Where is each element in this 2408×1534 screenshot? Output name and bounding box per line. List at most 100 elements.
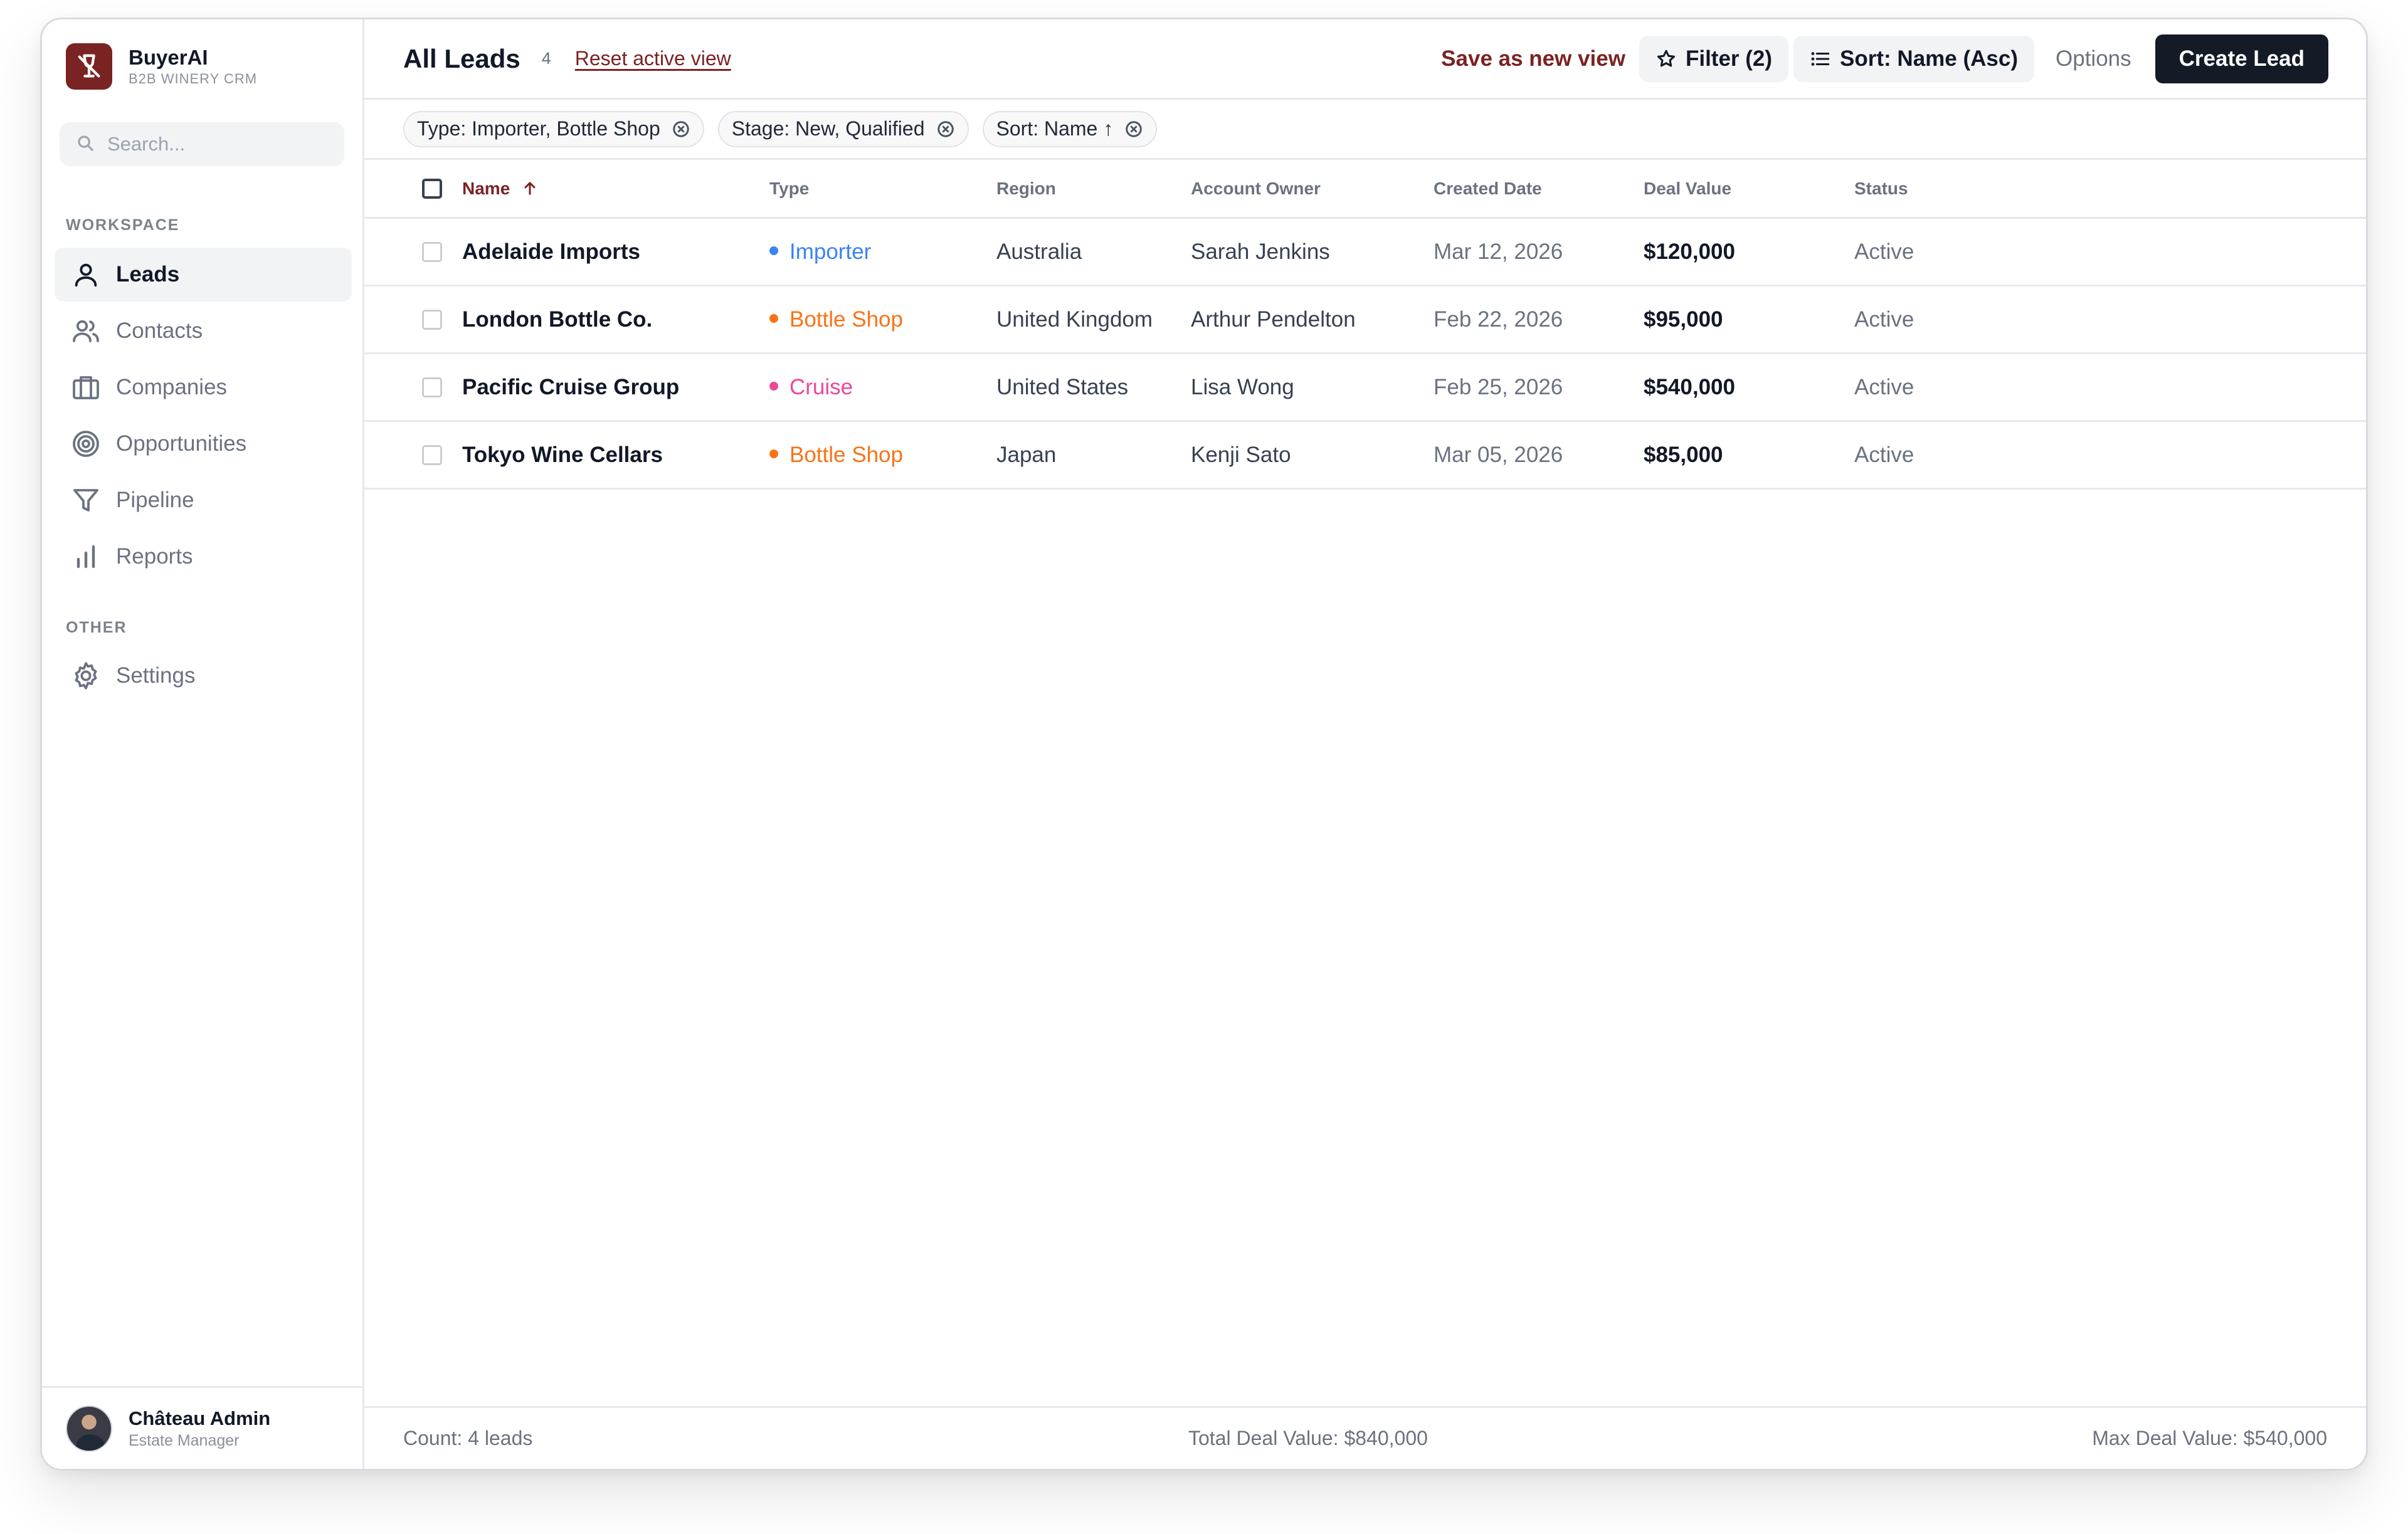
column-header-name[interactable]: Name bbox=[462, 179, 539, 199]
list-icon bbox=[1811, 51, 1830, 66]
type-label: Importer bbox=[789, 239, 872, 264]
lead-deal-value: $540,000 bbox=[1644, 374, 1735, 399]
filter-button[interactable]: Filter (2) bbox=[1639, 35, 1789, 82]
lead-count-badge: 4 bbox=[541, 49, 551, 68]
filter-chip-stage[interactable]: Stage: New, Qualified bbox=[717, 110, 969, 147]
lead-status: Active bbox=[1854, 239, 1914, 264]
lead-type: Cruise bbox=[769, 375, 853, 400]
lead-status: Active bbox=[1854, 442, 1914, 467]
chip-label: Stage: New, Qualified bbox=[731, 117, 925, 140]
lead-name[interactable]: Tokyo Wine Cellars bbox=[462, 443, 663, 468]
lead-region: United States bbox=[996, 374, 1129, 399]
reset-view-link[interactable]: Reset active view bbox=[575, 47, 731, 70]
user-name: Château Admin bbox=[129, 1407, 271, 1429]
sidebar-item-opportunities[interactable]: Opportunities bbox=[55, 417, 352, 471]
lead-name[interactable]: London Bottle Co. bbox=[462, 307, 652, 332]
sidebar-item-contacts[interactable]: Contacts bbox=[55, 304, 352, 358]
column-header-region[interactable]: Region bbox=[996, 179, 1056, 199]
lead-name[interactable]: Pacific Cruise Group bbox=[462, 375, 679, 400]
lead-name[interactable]: Adelaide Imports bbox=[462, 239, 640, 265]
search-input[interactable] bbox=[107, 133, 333, 155]
sort-button[interactable]: Sort: Name (Asc) bbox=[1793, 35, 2034, 82]
lead-created-date: Mar 05, 2026 bbox=[1434, 442, 1563, 467]
lead-created-date: Mar 12, 2026 bbox=[1434, 239, 1563, 264]
lead-owner: Arthur Pendelton bbox=[1191, 307, 1356, 332]
brand[interactable]: BuyerAI B2B WINERY CRM bbox=[66, 43, 257, 90]
column-header-type[interactable]: Type bbox=[769, 179, 809, 199]
max-deal-value: Max Deal Value: $540,000 bbox=[2092, 1427, 2327, 1449]
type-label: Bottle Shop bbox=[789, 307, 903, 332]
lead-status: Active bbox=[1854, 374, 1914, 399]
total-deal-value: Total Deal Value: $840,000 bbox=[1188, 1427, 1428, 1449]
table-summary-footer: Count: 4 leads Total Deal Value: $840,00… bbox=[364, 1406, 2366, 1469]
row-checkbox[interactable] bbox=[422, 377, 442, 397]
workspace-section-label: WORKSPACE bbox=[66, 216, 180, 234]
app-window: BuyerAI B2B WINERY CRM WORKSPACE Leads C… bbox=[40, 18, 2368, 1471]
sidebar-item-label: Opportunities bbox=[116, 431, 247, 456]
type-dot bbox=[769, 382, 778, 391]
close-circle-icon[interactable] bbox=[672, 120, 690, 139]
lead-deal-value: $85,000 bbox=[1644, 442, 1723, 467]
wine-glass-logo-icon bbox=[66, 43, 112, 90]
search-icon bbox=[76, 134, 95, 155]
select-all-checkbox[interactable] bbox=[422, 178, 442, 199]
type-dot bbox=[769, 449, 778, 459]
table-row[interactable]: Tokyo Wine Cellars Bottle Shop Japan Ken… bbox=[364, 422, 2366, 490]
brand-subtitle: B2B WINERY CRM bbox=[129, 71, 258, 87]
lead-count-summary: Count: 4 leads bbox=[403, 1427, 533, 1449]
sort-label: Sort: Name (Asc) bbox=[1840, 46, 2018, 71]
table-row[interactable]: London Bottle Co. Bottle Shop United Kin… bbox=[364, 286, 2366, 354]
row-checkbox[interactable] bbox=[422, 241, 442, 262]
column-header-created-date[interactable]: Created Date bbox=[1434, 179, 1542, 199]
type-dot bbox=[769, 246, 778, 256]
table-row[interactable]: Adelaide Imports Importer Australia Sara… bbox=[364, 219, 2366, 286]
chip-label: Sort: Name ↑ bbox=[996, 117, 1114, 140]
sidebar-item-reports[interactable]: Reports bbox=[55, 530, 352, 584]
lead-created-date: Feb 22, 2026 bbox=[1434, 307, 1563, 332]
sidebar-item-leads[interactable]: Leads bbox=[55, 248, 352, 302]
users-icon bbox=[70, 315, 102, 347]
brand-name: BuyerAI bbox=[129, 46, 208, 69]
user-profile[interactable]: Château Admin Estate Manager bbox=[42, 1386, 362, 1469]
filter-chip-sort[interactable]: Sort: Name ↑ bbox=[982, 110, 1158, 147]
close-circle-icon[interactable] bbox=[1124, 120, 1143, 139]
create-lead-button[interactable]: Create Lead bbox=[2155, 34, 2328, 83]
row-checkbox[interactable] bbox=[422, 309, 442, 330]
main-content: All Leads 4 Reset active view Save as ne… bbox=[364, 19, 2366, 1469]
sidebar-item-pipeline[interactable]: Pipeline bbox=[55, 473, 352, 527]
active-filters-bar: Type: Importer, Bottle Shop Stage: New, … bbox=[364, 100, 2366, 160]
sidebar: BuyerAI B2B WINERY CRM WORKSPACE Leads C… bbox=[42, 19, 364, 1469]
filter-label: Filter (2) bbox=[1685, 46, 1773, 71]
lead-deal-value: $120,000 bbox=[1644, 239, 1735, 264]
page-title: All Leads bbox=[403, 43, 520, 73]
type-label: Cruise bbox=[789, 374, 853, 399]
other-section-label: OTHER bbox=[66, 619, 127, 636]
column-header-owner[interactable]: Account Owner bbox=[1191, 179, 1321, 199]
options-button[interactable]: Options bbox=[2056, 46, 2131, 71]
sidebar-item-settings[interactable]: Settings bbox=[55, 649, 352, 703]
table-row[interactable]: Pacific Cruise Group Cruise United State… bbox=[364, 354, 2366, 422]
lead-deal-value: $95,000 bbox=[1644, 307, 1723, 332]
column-label: Name bbox=[462, 178, 510, 198]
sidebar-item-companies[interactable]: Companies bbox=[55, 360, 352, 414]
lead-created-date: Feb 25, 2026 bbox=[1434, 374, 1563, 399]
sidebar-item-label: Reports bbox=[116, 544, 193, 569]
page-header: All Leads 4 Reset active view Save as ne… bbox=[364, 19, 2366, 100]
column-header-deal-value[interactable]: Deal Value bbox=[1644, 179, 1731, 199]
chip-label: Type: Importer, Bottle Shop bbox=[417, 117, 660, 140]
lead-owner: Kenji Sato bbox=[1191, 442, 1291, 467]
row-checkbox[interactable] bbox=[422, 444, 442, 465]
star-icon bbox=[1657, 50, 1675, 66]
filter-chip-type[interactable]: Type: Importer, Bottle Shop bbox=[403, 110, 704, 147]
user-role: Estate Manager bbox=[129, 1431, 240, 1449]
lead-owner: Lisa Wong bbox=[1191, 374, 1294, 399]
column-header-status[interactable]: Status bbox=[1854, 179, 1908, 199]
sidebar-item-label: Contacts bbox=[116, 318, 203, 343]
search-box[interactable] bbox=[60, 122, 344, 166]
close-circle-icon[interactable] bbox=[936, 120, 955, 139]
sidebar-item-label: Pipeline bbox=[116, 488, 194, 512]
lead-type: Importer bbox=[769, 239, 871, 265]
save-view-button[interactable]: Save as new view bbox=[1441, 46, 1625, 71]
leads-table: Name Type Region Account Owner Created D… bbox=[364, 160, 2366, 490]
type-label: Bottle Shop bbox=[789, 442, 903, 467]
